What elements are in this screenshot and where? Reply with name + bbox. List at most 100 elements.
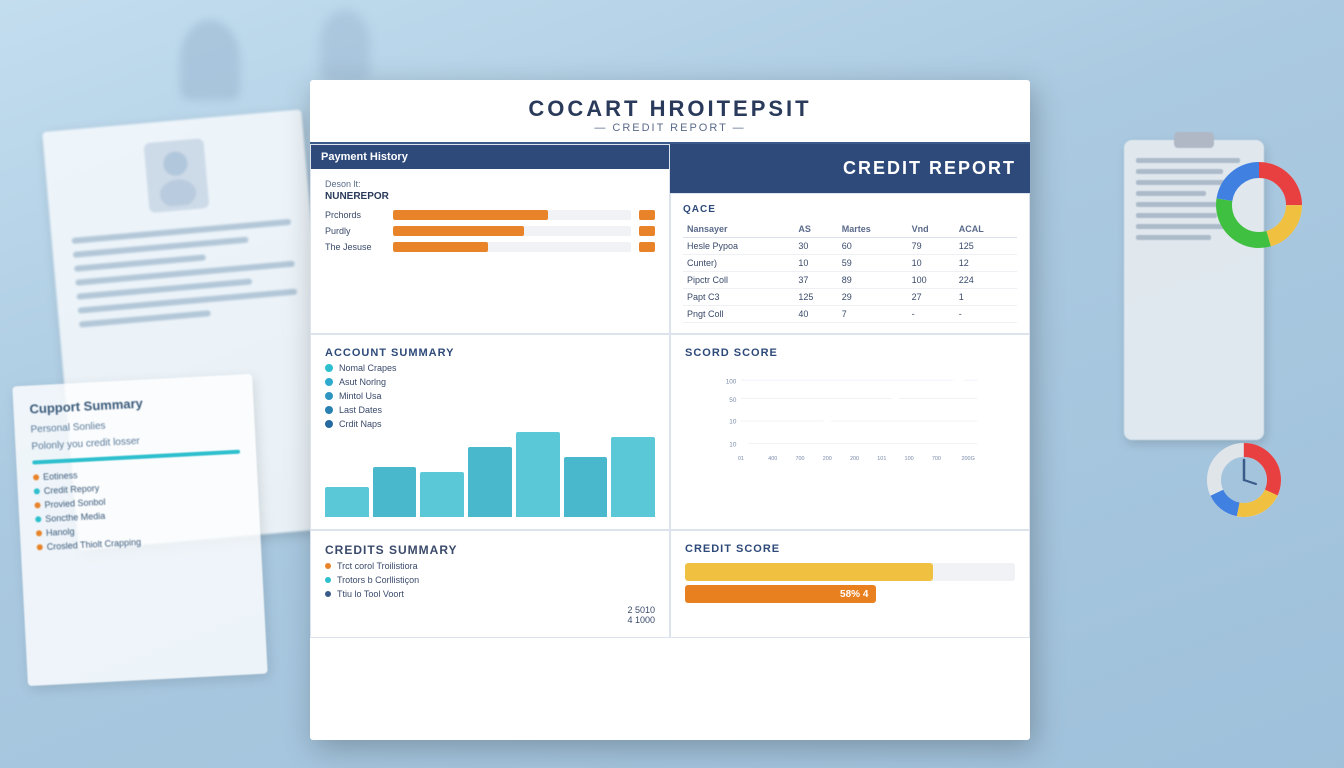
legend-label: Crdit Naps: [339, 419, 382, 429]
support-title: Cupport Summary: [29, 391, 237, 417]
legend-item: Asut Norlng: [325, 377, 655, 387]
credits-numbers: 2 50104 1000: [325, 605, 655, 625]
table-row: Pipctr Coll3789100224: [683, 272, 1017, 289]
support-item-label: Crosled Thiolt Crapping: [46, 537, 141, 552]
svg-text:200: 200: [823, 456, 832, 462]
table-cell: 29: [838, 289, 908, 306]
table-body: Hesle Pypoa306079125Cunter)10591012Pipct…: [683, 238, 1017, 323]
support-summary-document: Cupport Summary Personal Sonlies Polonly…: [12, 374, 267, 686]
chart-bar: [516, 432, 560, 517]
svg-text:10: 10: [729, 419, 737, 426]
credits-item: Trotors b Corllistiçon: [325, 575, 655, 585]
legend-label: Mintol Usa: [339, 391, 382, 401]
credits-items-list: Trct corol Troilistiora Trotors b Corlli…: [325, 561, 655, 599]
bg-lamp-right: [320, 10, 370, 80]
main-document: COCART HROITEPSIT — CREDIT REPORT — Paym…: [310, 80, 1030, 740]
yellow-score-fill: [685, 563, 933, 581]
table-cell: 79: [908, 238, 955, 255]
bar-fill: [393, 242, 488, 252]
svg-text:700: 700: [932, 456, 941, 462]
bg-donut-chart-2: [1204, 440, 1284, 520]
person-icon: [149, 144, 204, 208]
table-cell: 10: [908, 255, 955, 272]
table-cell: 224: [955, 272, 1017, 289]
table-cell: Papt C3: [683, 289, 794, 306]
chart-bar: [420, 472, 464, 517]
svg-text:100: 100: [726, 379, 737, 386]
credits-item-label: Trct corol Troilistiora: [337, 561, 418, 571]
svg-text:01: 01: [738, 456, 744, 462]
legend-dot: [325, 406, 333, 414]
bar-label: The Jesuse: [325, 242, 385, 252]
payment-history-section: Payment History Deson lt: NUNEREPOR Prch…: [310, 144, 670, 334]
svg-text:200: 200: [850, 456, 859, 462]
clipboard-clip: [1174, 132, 1214, 148]
orange-score-bar: 58% 4: [685, 585, 876, 603]
legend-label: Last Dates: [339, 405, 382, 415]
bar-fill: [393, 210, 548, 220]
bar-track: [393, 226, 631, 236]
chart-bar: [468, 447, 512, 517]
table-cell: 27: [908, 289, 955, 306]
score-line-chart: 100 50 10 10 01 400 700 200 200 101 100 …: [685, 371, 1015, 471]
support-item-label: Soncthe Media: [45, 511, 105, 524]
svg-text:50: 50: [729, 397, 737, 404]
clipboard-line: [1136, 169, 1223, 174]
table-cell: Pngt Coll: [683, 306, 794, 323]
table-cell: 1: [955, 289, 1017, 306]
table-cell: 30: [794, 238, 837, 255]
table-row: Pngt Coll407--: [683, 306, 1017, 323]
support-subtitle2: Polonly you credit losser: [31, 431, 239, 453]
main-doc-subtitle: — CREDIT REPORT —: [310, 122, 1030, 134]
support-item-label: Provied Sonbol: [44, 497, 105, 510]
credits-dot: [325, 563, 331, 569]
payment-history-header: Payment History: [311, 145, 669, 169]
main-doc-title: COCART HROITEPSIT: [310, 96, 1030, 122]
table-cell: 7: [838, 306, 908, 323]
bar-track: [393, 210, 631, 220]
table-cell: Pipctr Coll: [683, 272, 794, 289]
table-header-row: NansayerASMartesVndACAL: [683, 221, 1017, 238]
table-cell: -: [908, 306, 955, 323]
credits-dot: [325, 591, 331, 597]
support-dot: [35, 516, 41, 522]
support-dot: [33, 474, 39, 480]
support-item-label: Hanolg: [46, 526, 75, 537]
credit-report-title: CREDIT REPORT: [843, 158, 1016, 179]
svg-text:101: 101: [877, 456, 886, 462]
credit-score-section: CREDIT SCORE 58% 4: [670, 530, 1030, 638]
table-header: NansayerASMartesVndACAL: [683, 221, 1017, 238]
score-percent-label: 58% 4: [840, 589, 868, 600]
table-cell: 59: [838, 255, 908, 272]
legend-item: Crdit Naps: [325, 419, 655, 429]
table-column-header: Vnd: [908, 221, 955, 238]
table-cell: 10: [794, 255, 837, 272]
credits-dot: [325, 577, 331, 583]
bar-label: Prchords: [325, 210, 385, 220]
credits-summary-section: Credits summary Trct corol Troilistiora …: [310, 530, 670, 638]
legend-dot: [325, 378, 333, 386]
table-cell: Hesle Pypoa: [683, 238, 794, 255]
payment-bars: Prchords Purdly The Jesuse: [325, 210, 655, 252]
chart-bar: [325, 487, 369, 517]
legend-dot: [325, 364, 333, 372]
table-cell: 100: [908, 272, 955, 289]
svg-text:700: 700: [795, 456, 804, 462]
credits-number: 2 5010: [325, 605, 655, 615]
credit-score-title: CREDIT SCORE: [685, 543, 1015, 555]
grace-data-table: NansayerASMartesVndACAL Hesle Pypoa30607…: [683, 221, 1017, 323]
support-dot: [34, 502, 40, 508]
table-cell: 89: [838, 272, 908, 289]
legend-label: Asut Norlng: [339, 377, 386, 387]
legend-label: Nomal Crapes: [339, 363, 397, 373]
clipboard-line: [1136, 235, 1211, 240]
score-chart-title: SCORD SCORE: [685, 347, 1015, 359]
detail-label-1: Deson lt:: [325, 179, 655, 189]
chart-bar: [564, 457, 608, 517]
detail-value-1: NUNEREPOR: [325, 191, 655, 202]
payment-bar-row: The Jesuse: [325, 242, 655, 252]
legend-dot: [325, 420, 333, 428]
legend-item: Last Dates: [325, 405, 655, 415]
account-summary-section: ACCOUNT SUMMARY Nomal Crapes Asut Norlng…: [310, 334, 670, 530]
table-row: Cunter)10591012: [683, 255, 1017, 272]
